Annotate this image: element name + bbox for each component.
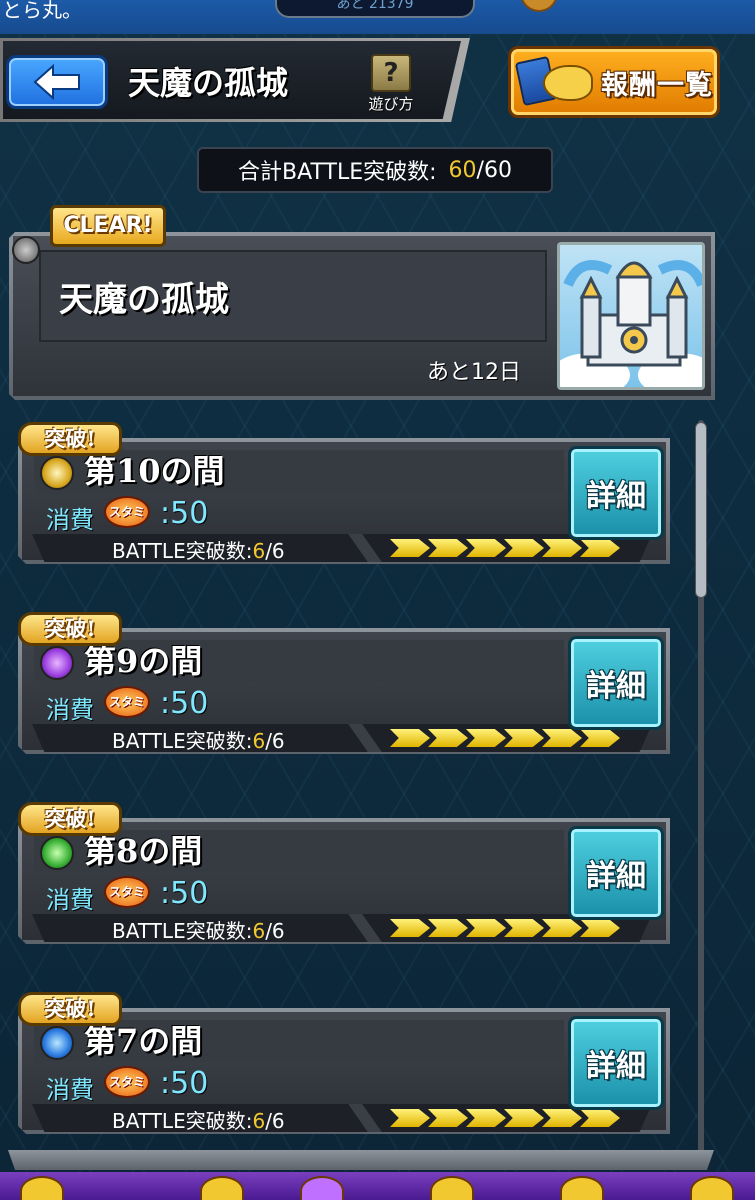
progress-chevrons [390,919,620,937]
progress-chevrons [390,539,620,557]
stage-row-8[interactable]: 突破! 第8の間 消費 スタミナ :50 BATTLE突破数:6/6 詳細 [18,802,670,944]
progress-label: BATTLE突破数: [112,919,253,943]
stage-cost: :50 [160,1066,209,1101]
detail-button[interactable]: 詳細 [568,636,664,730]
detail-button[interactable]: 詳細 [568,446,664,540]
progress-label: BATTLE突破数: [112,539,253,563]
event-remaining-days: あと12日 [427,360,521,385]
nav-icon-2[interactable] [200,1176,244,1200]
battle-progress-bar: BATTLE突破数:6/6 [32,914,652,942]
progress-total: /6 [265,729,285,753]
help-button[interactable]: ? 遊び方 [362,54,420,113]
total-value: 60 [448,157,477,183]
back-arrow-icon [33,64,80,100]
progress-label: BATTLE突破数: [112,729,253,753]
light-element-icon [40,456,74,490]
cleared-badge: 突破! [18,612,122,646]
stamina-icon: スタミナ [104,876,150,927]
progress-done: 6 [252,729,266,753]
event-card: 天魔の孤城 あと12日 [9,232,715,400]
clear-badge: CLEAR! [50,205,166,247]
total-label: 合計BATTLE突破数: [238,160,437,185]
question-icon: ? [371,54,411,92]
progress-done: 6 [252,919,266,943]
cost-label: 消費 [46,1076,94,1104]
nav-icon-6[interactable] [690,1176,734,1200]
event-title: 天魔の孤城 [59,280,229,320]
total-battle-count: 合計BATTLE突破数: 60/60 [197,147,553,193]
cost-label: 消費 [46,696,94,724]
page-title: 天魔の孤城 [128,64,289,102]
status-player-name: とら丸。 [2,0,82,22]
cost-label: 消費 [46,886,94,914]
stamina-icon: スタミナ [104,686,150,737]
dark-element-icon [40,646,74,680]
stage-row-7[interactable]: 突破! 第7の間 消費 スタミナ :50 BATTLE突破数:6/6 詳細 [18,992,670,1134]
wood-element-icon [40,836,74,870]
bottom-navigation [0,1172,755,1200]
help-label: 遊び方 [368,95,414,113]
total-max: /60 [476,157,512,183]
reward-list-label: 報酬一覧 [601,69,713,101]
stage-row-9[interactable]: 突破! 第9の間 消費 スタミナ :50 BATTLE突破数:6/6 詳細 [18,612,670,754]
cleared-badge: 突破! [18,992,122,1026]
progress-total: /6 [265,539,285,563]
back-button[interactable] [6,55,108,109]
stage-cost: :50 [160,876,209,911]
detail-label: 詳細 [586,859,646,894]
progress-label: BATTLE突破数: [112,1109,253,1133]
progress-chevrons [390,1109,620,1127]
cleared-badge: 突破! [18,802,122,836]
nav-icon-5[interactable] [560,1176,604,1200]
scrollbar-thumb[interactable] [695,422,707,598]
progress-done: 6 [252,539,266,563]
detail-label: 詳細 [586,1049,646,1084]
cost-label: 消費 [46,506,94,534]
battle-progress-bar: BATTLE突破数:6/6 [32,724,652,752]
detail-label: 詳細 [586,669,646,704]
stage-cost: :50 [160,496,209,531]
status-counter: あと 21379 [275,0,475,18]
progress-done: 6 [252,1109,266,1133]
rivet-decoration [12,236,40,264]
stamina-icon: スタミナ [104,496,150,547]
stage-row-10[interactable]: 突破! 第10の間 消費 スタミナ :50 BATTLE突破数:6/6 詳細 [18,422,670,564]
status-strip: とら丸。 あと 21379 [0,0,755,34]
battle-progress-bar: BATTLE突破数:6/6 [32,534,652,562]
water-element-icon [40,1026,74,1060]
progress-total: /6 [265,1109,285,1133]
cleared-badge: 突破! [18,422,122,456]
nav-icon-4[interactable] [430,1176,474,1200]
castle-thumbnail [557,242,705,390]
nav-icon-3[interactable] [300,1176,344,1200]
coin-icon [520,0,558,12]
battle-progress-bar: BATTLE突破数:6/6 [32,1104,652,1132]
reward-icon [514,55,595,107]
home-nav-icon[interactable] [20,1176,64,1200]
detail-label: 詳細 [586,479,646,514]
detail-button[interactable]: 詳細 [568,1016,664,1110]
stamina-icon: スタミナ [104,1066,150,1117]
reward-list-button[interactable]: 報酬一覧 [508,46,720,118]
progress-total: /6 [265,919,285,943]
stage-cost: :50 [160,686,209,721]
list-frame-bottom [8,1150,714,1170]
detail-button[interactable]: 詳細 [568,826,664,920]
progress-chevrons [390,729,620,747]
